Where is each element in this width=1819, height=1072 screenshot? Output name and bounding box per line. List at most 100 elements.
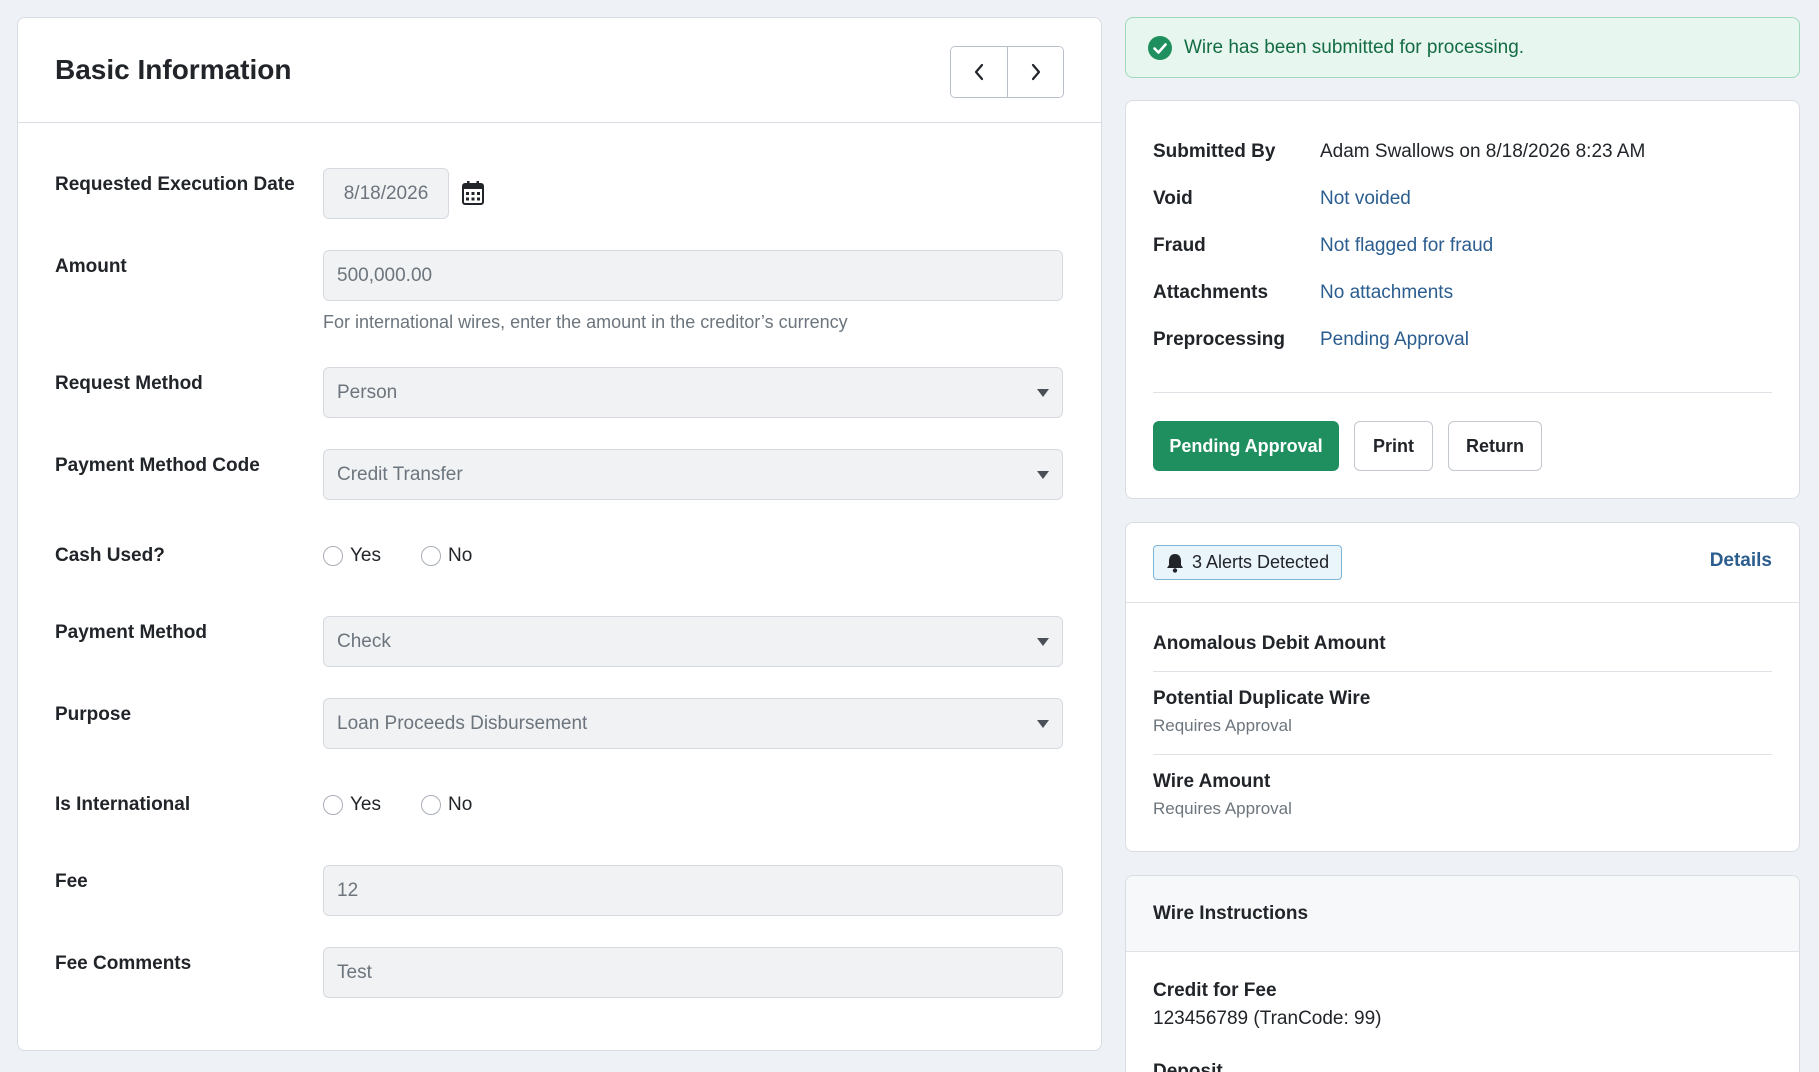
pending-approval-button[interactable]: Pending Approval (1153, 421, 1339, 471)
request-method-value: Person (337, 381, 398, 403)
void-label: Void (1153, 188, 1193, 209)
chevron-right-icon (1031, 63, 1040, 81)
radio-label: Yes (350, 794, 381, 815)
divider (1153, 392, 1772, 393)
amount-help-text: For international wires, enter the amoun… (323, 312, 848, 332)
print-button[interactable]: Print (1354, 421, 1433, 471)
return-button[interactable]: Return (1448, 421, 1542, 471)
payment-method-code-label: Payment Method Code (55, 455, 260, 476)
fee-input[interactable]: 12 (323, 865, 1063, 916)
wire-instruction-title: Credit for Fee (1153, 980, 1277, 1001)
alert-item[interactable]: Anomalous Debit Amount (1153, 633, 1772, 655)
radio-button[interactable] (323, 546, 343, 566)
wire-instructions-card: Wire Instructions Credit for Fee 1234567… (1125, 875, 1800, 1072)
basic-information-card: Basic Information Requested Execution Da… (17, 17, 1102, 1051)
fraud-label: Fraud (1153, 235, 1206, 256)
radio-label: No (448, 545, 473, 566)
payment-method-code-select[interactable]: Credit Transfer (323, 449, 1063, 500)
preprocessing-link[interactable]: Pending Approval (1320, 329, 1469, 351)
radio-button[interactable] (323, 795, 343, 815)
request-method-select[interactable]: Person (323, 367, 1063, 418)
radio-button[interactable] (421, 546, 441, 566)
alert-title: Wire Amount (1153, 771, 1271, 792)
execution-date-input[interactable]: 8/18/2026 (323, 168, 449, 219)
attachments-link[interactable]: No attachments (1320, 282, 1453, 304)
amount-row: Amount 500,000.00 For international wire… (55, 250, 1064, 340)
payment-method-value: Check (337, 630, 391, 652)
wire-summary-card: Submitted By Adam Swallows on 8/18/2026 … (1125, 100, 1800, 499)
execution-date-row: Requested Execution Date 8/18/2026 (55, 168, 1064, 220)
payment-method-label: Payment Method (55, 622, 208, 643)
previous-button[interactable] (951, 47, 1007, 97)
request-method-label: Request Method (55, 373, 203, 394)
request-method-row: Request Method Person (55, 367, 1064, 419)
cash-used-radio-group: Yes No (323, 545, 512, 567)
alerts-count: 3 Alerts Detected (1192, 552, 1330, 572)
purpose-row: Purpose Loan Proceeds Disbursement (55, 698, 1064, 750)
alert-title: Potential Duplicate Wire (1153, 688, 1371, 709)
fee-comments-label: Fee Comments (55, 953, 192, 974)
alert-item[interactable]: Potential Duplicate Wire Requires Approv… (1153, 688, 1772, 736)
fee-comments-row: Fee Comments Test (55, 947, 1064, 999)
cash-used-yes-radio[interactable]: Yes (323, 545, 381, 567)
payment-method-code-row: Payment Method Code Credit Transfer (55, 449, 1064, 501)
caret-down-icon (1037, 388, 1049, 397)
page: Basic Information Requested Execution Da… (0, 0, 1819, 1072)
radio-label: No (448, 794, 473, 815)
is-international-row: Is International Yes No (55, 794, 1064, 824)
payment-method-select[interactable]: Check (323, 616, 1063, 667)
fee-row: Fee 12 (55, 865, 1064, 917)
amount-label: Amount (55, 256, 127, 277)
execution-date-label: Requested Execution Date (55, 174, 295, 195)
preprocessing-label: Preprocessing (1153, 329, 1285, 350)
submitted-by-value: Adam Swallows on 8/18/2026 8:23 AM (1320, 141, 1646, 162)
purpose-select[interactable]: Loan Proceeds Disbursement (323, 698, 1063, 749)
calendar-icon[interactable] (462, 181, 484, 210)
divider (1153, 671, 1772, 672)
wire-instruction-item: Deposit (1153, 1061, 1223, 1072)
is-international-radio-group: Yes No (323, 794, 512, 816)
alerts-header: 3 Alerts Detected Details (1126, 523, 1799, 603)
fee-comments-input[interactable]: Test (323, 947, 1063, 998)
success-alert: Wire has been submitted for processing. (1125, 17, 1800, 78)
wire-instruction-item: Credit for Fee 123456789 (TranCode: 99) (1153, 980, 1382, 1030)
alerts-badge: 3 Alerts Detected (1153, 545, 1343, 580)
fraud-link[interactable]: Not flagged for fraud (1320, 235, 1493, 257)
purpose-label: Purpose (55, 704, 132, 725)
void-link[interactable]: Not voided (1320, 188, 1411, 210)
alert-status: Requires Approval (1153, 799, 1292, 818)
submitted-by-label: Submitted By (1153, 141, 1276, 162)
payment-method-code-value: Credit Transfer (337, 463, 463, 485)
radio-button[interactable] (421, 795, 441, 815)
cash-used-no-radio[interactable]: No (421, 545, 472, 567)
alert-item[interactable]: Wire Amount Requires Approval (1153, 771, 1772, 819)
chevron-left-icon (974, 63, 984, 81)
card-title: Basic Information (55, 54, 292, 85)
is-international-no-radio[interactable]: No (421, 794, 472, 816)
is-international-label: Is International (55, 794, 191, 815)
details-link[interactable]: Details (1710, 550, 1772, 572)
attachments-label: Attachments (1153, 282, 1269, 303)
purpose-value: Loan Proceeds Disbursement (337, 712, 588, 734)
alerts-card: 3 Alerts Detected Details Anomalous Debi… (1125, 522, 1800, 852)
next-button[interactable] (1007, 47, 1063, 97)
wire-instruction-value: 123456789 (TranCode: 99) (1153, 1008, 1382, 1029)
bell-icon (1167, 553, 1183, 573)
cash-used-label: Cash Used? (55, 545, 165, 566)
card-header: Basic Information (18, 18, 1101, 123)
cash-used-row: Cash Used? Yes No (55, 545, 1064, 575)
pager (950, 46, 1064, 98)
radio-label: Yes (350, 545, 381, 566)
caret-down-icon (1037, 637, 1049, 646)
wire-instructions-title: Wire Instructions (1126, 876, 1799, 952)
amount-input[interactable]: 500,000.00 (323, 250, 1063, 301)
wire-instruction-title: Deposit (1153, 1061, 1223, 1072)
action-buttons: Pending Approval Print Return (1153, 421, 1542, 471)
is-international-yes-radio[interactable]: Yes (323, 794, 381, 816)
divider (1153, 754, 1772, 755)
success-message: Wire has been submitted for processing. (1184, 36, 1525, 58)
alert-status: Requires Approval (1153, 716, 1292, 735)
alert-title: Anomalous Debit Amount (1153, 633, 1386, 654)
caret-down-icon (1037, 719, 1049, 728)
fee-label: Fee (55, 871, 88, 892)
